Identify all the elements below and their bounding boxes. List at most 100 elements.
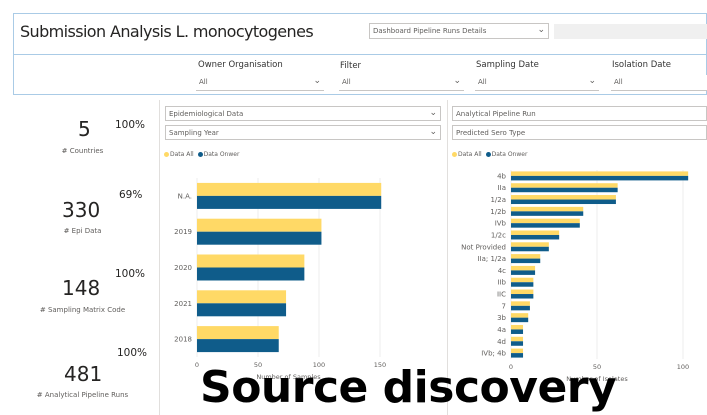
- kpi-countries-value: 5: [78, 117, 91, 141]
- category-label: 4b: [497, 172, 506, 180]
- bar-data-all: [511, 289, 534, 295]
- watermark-text: Source discovery: [200, 362, 617, 413]
- filter-label-owner: Owner Organisation: [198, 60, 283, 70]
- bar-data-owner: [511, 270, 536, 275]
- owner-organisation-select[interactable]: All ⌄: [196, 75, 324, 91]
- bar-data-owner: [511, 353, 524, 358]
- legend-dot-owner: [485, 152, 491, 157]
- bar-data-all: [511, 254, 541, 259]
- bar-data-all: [511, 183, 618, 188]
- kpi-sampling-pct: 100%: [115, 268, 146, 280]
- filter-label-sampling-date: Sampling Date: [476, 60, 539, 70]
- category-label: IIC: [497, 291, 506, 299]
- x-tick-label: 100: [677, 363, 689, 371]
- bar-data-all: [197, 254, 305, 268]
- bar-data-owner: [511, 317, 529, 323]
- category-label: N.A.: [178, 192, 192, 200]
- pipeline-dropdown-label: Dashboard Pipeline Runs Details: [373, 27, 487, 35]
- kpi-sampling-label: # Sampling Matrix Code: [39, 306, 126, 314]
- isolation-date-select[interactable]: All: [611, 75, 707, 91]
- bar-data-owner: [511, 341, 524, 346]
- bar-data-owner: [511, 282, 534, 287]
- bar-data-owner: [511, 187, 618, 193]
- bar-data-all: [511, 265, 536, 271]
- bar-data-all: [511, 348, 524, 354]
- header-blank-box: [554, 24, 707, 39]
- epidemiological-data-label: Epidemiological Data: [169, 110, 244, 118]
- legend-left: Data All Data Onwer: [164, 151, 239, 158]
- sampling-date-value: All: [478, 78, 487, 86]
- legend-right: Data All Data Onwer: [452, 151, 527, 158]
- category-label: 2020: [174, 264, 192, 272]
- analytical-pipeline-run-label: Analytical Pipeline Run: [456, 110, 536, 118]
- category-label: IVb: [495, 220, 507, 228]
- legend-owner-label: Data Onwer: [491, 151, 528, 158]
- bar-data-all: [511, 242, 549, 247]
- epidemiological-data-dropdown[interactable]: Epidemiological Data ⌄: [165, 106, 441, 121]
- owner-organisation-value: All: [199, 78, 208, 86]
- kpi-epi-pct: 69%: [119, 189, 143, 201]
- pipeline-dropdown[interactable]: Dashboard Pipeline Runs Details ⌄: [369, 23, 549, 39]
- category-label: 7: [502, 302, 506, 310]
- bar-data-owner: [511, 211, 584, 216]
- bar-data-all: [511, 230, 560, 235]
- kpi-sampling-value: 148: [62, 276, 101, 300]
- chevron-down-icon: ⌄: [588, 76, 596, 86]
- category-label: IIb: [497, 279, 506, 287]
- predicted-sero-type-dropdown[interactable]: Predicted Sero Type: [452, 125, 707, 140]
- bar-data-all: [511, 324, 524, 330]
- legend-dot-all: [164, 152, 169, 157]
- category-label: 2018: [174, 336, 192, 344]
- predicted-sero-type-label: Predicted Sero Type: [456, 129, 526, 137]
- bar-data-owner: [511, 234, 560, 240]
- category-label: 1/2c: [491, 231, 506, 239]
- category-label: IIa: [498, 184, 506, 192]
- kpi-epi-value: 330: [62, 198, 101, 222]
- bar-data-all: [197, 290, 287, 304]
- analytical-pipeline-run-dropdown[interactable]: Analytical Pipeline Run: [452, 106, 707, 121]
- chevron-down-icon: ⌄: [429, 127, 437, 137]
- chevron-down-icon: ⌄: [537, 25, 545, 35]
- bar-data-owner: [197, 231, 322, 245]
- bar-data-owner: [511, 175, 689, 181]
- filter-value: All: [342, 78, 351, 86]
- bar-data-all: [511, 301, 530, 306]
- category-label: 4c: [498, 267, 506, 275]
- legend-all-label: Data All: [458, 151, 482, 158]
- category-label: 2019: [174, 228, 192, 236]
- bar-data-all: [197, 218, 322, 232]
- chevron-down-icon: ⌄: [429, 108, 437, 118]
- legend-owner-label: Data Onwer: [203, 151, 240, 158]
- bar-data-all: [511, 277, 534, 283]
- chevron-down-icon: ⌄: [453, 76, 461, 86]
- kpi-runs-pct: 100%: [117, 347, 148, 359]
- kpi-countries-pct: 100%: [115, 119, 146, 131]
- category-label: 1/2b: [490, 208, 506, 216]
- bar-data-owner: [511, 199, 616, 205]
- header-divider: [14, 54, 706, 55]
- sampling-date-select[interactable]: All ⌄: [475, 75, 599, 91]
- legend-dot-owner: [197, 152, 203, 157]
- bar-data-all: [511, 171, 689, 176]
- isolation-date-value: All: [614, 78, 623, 86]
- kpi-epi-label: # Epi Data: [63, 227, 102, 235]
- bar-data-owner: [511, 305, 530, 311]
- bar-data-owner: [511, 294, 534, 299]
- filter-label-isolation-date: Isolation Date: [612, 60, 672, 70]
- category-label: IVb; 4b: [481, 350, 506, 358]
- category-label: 4d: [497, 338, 506, 346]
- bar-data-all: [511, 195, 616, 200]
- x-tick-label: 0: [195, 361, 199, 369]
- category-label: 4a: [497, 326, 506, 334]
- bar-data-owner: [511, 329, 524, 334]
- sampling-year-dropdown[interactable]: Sampling Year ⌄: [165, 125, 441, 140]
- legend-dot-all: [452, 152, 457, 157]
- bar-data-all: [511, 218, 580, 224]
- bar-data-owner: [511, 246, 549, 252]
- bar-data-owner: [197, 267, 305, 281]
- bar-data-all: [197, 326, 279, 340]
- kpi-countries-label: # Countries: [61, 147, 104, 155]
- bar-data-owner: [511, 258, 541, 264]
- filter-select[interactable]: All ⌄: [339, 75, 464, 91]
- category-label: 1/2a: [490, 196, 506, 204]
